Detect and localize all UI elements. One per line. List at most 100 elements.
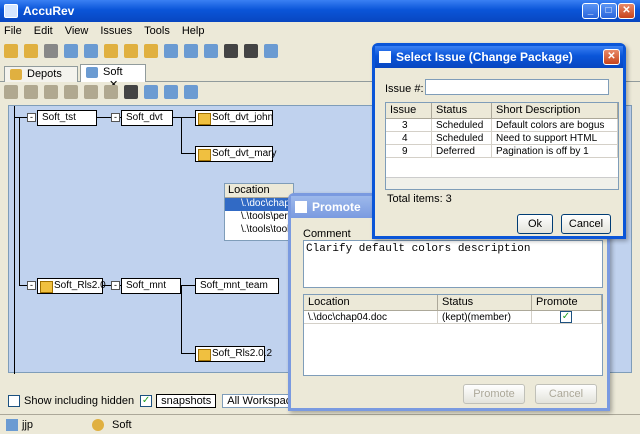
delete-icon[interactable] [24,85,38,99]
workspace-soft-dvt-mary[interactable]: Soft_dvt_mary [195,146,276,162]
info-icon[interactable] [244,44,258,58]
attach-icon[interactable] [104,85,118,99]
edit-icon[interactable] [4,85,18,99]
view-grid-icon[interactable] [164,85,178,99]
menu-tools[interactable]: Tools [144,25,170,37]
maximize-button[interactable]: □ [600,3,617,19]
tree-link [181,153,195,154]
minimize-button[interactable]: _ [582,3,599,19]
cancel-button[interactable]: Cancel [561,214,611,234]
list-item[interactable]: \.\doc\chap04.doc [225,198,293,211]
tree-link [181,285,182,353]
table-cell[interactable]: 9 [386,145,432,158]
folder-icon[interactable] [104,44,118,58]
copy-icon[interactable] [64,44,78,58]
menu-view[interactable]: View [65,25,89,37]
app-titlebar: AccuRev [0,0,640,22]
stream-soft-tst[interactable]: Soft_tst [37,110,97,126]
promote-cancel-button[interactable]: Cancel [535,384,597,404]
promote-checkbox[interactable]: ✓ [560,311,572,323]
collapse-icon[interactable]: - [27,281,36,290]
snapshot-soft-rls[interactable]: Soft_Rls2.0 [37,278,106,294]
stream-icon[interactable] [164,44,178,58]
diff-icon[interactable] [204,44,218,58]
select-issue-titlebar: Select Issue (Change Package) [375,46,623,68]
move-icon[interactable] [84,85,98,99]
status-depot: Soft [112,418,132,431]
folder2-icon[interactable] [124,44,138,58]
copy2-icon[interactable] [44,85,58,99]
stream-soft-mnt[interactable]: Soft_mnt [121,278,181,294]
tab-depots[interactable]: Depots [4,66,78,82]
depot-icon[interactable] [144,44,158,58]
table-cell[interactable]: Scheduled [432,132,492,145]
column-header-promote[interactable]: Promote [532,295,602,311]
view-tree-icon[interactable] [144,85,158,99]
promote-title: Promote [312,200,361,214]
cut-icon[interactable] [44,44,58,58]
list-item[interactable]: \.\tools\perl\ [225,211,293,224]
binoculars-icon[interactable] [224,44,238,58]
table-cell[interactable]: 3 [386,119,432,132]
workspace-icon[interactable] [24,44,38,58]
table-cell[interactable]: Scheduled [432,119,492,132]
horizontal-scrollbar[interactable] [386,177,618,189]
open-icon[interactable] [4,44,18,58]
column-header-issue[interactable]: Issue [386,103,432,119]
tree-link [181,117,182,153]
select-issue-title: Select Issue (Change Package) [396,50,573,64]
app-title: AccuRev [23,4,75,18]
table-cell[interactable]: \.\doc\chap04.doc [304,311,438,324]
menu-issues[interactable]: Issues [100,25,132,37]
snapshots-checkbox[interactable]: ✓ [140,395,153,407]
menu-file[interactable]: File [4,25,22,37]
table-cell[interactable]: 4 [386,132,432,145]
table-cell[interactable]: Pagination is off by 1 [492,145,618,158]
menu-help[interactable]: Help [182,25,205,37]
collapse-icon[interactable]: - [111,113,120,122]
workspace-soft-dvt-john[interactable]: Soft_dvt_john [195,110,273,126]
stream-soft-mnt-team[interactable]: Soft_mnt_team [195,278,279,294]
column-header-description[interactable]: Short Description [492,103,618,119]
show-hidden-checkbox[interactable] [8,395,20,407]
collapse-icon[interactable]: - [111,281,120,290]
menu-edit[interactable]: Edit [34,25,53,37]
issue-number-input[interactable] [425,79,609,95]
column-header-status[interactable]: Status [438,295,532,311]
stream-soft-dvt[interactable]: Soft_dvt [121,110,173,126]
table-cell[interactable]: Default colors are bogus [492,119,618,132]
select-issue-dialog-icon [379,51,391,63]
comment-textarea[interactable]: Clarify default colors description [303,240,603,288]
table-cell[interactable]: Deferred [432,145,492,158]
table-cell: ✓ [532,311,602,324]
refresh-icon[interactable] [264,44,278,58]
view-list-icon[interactable] [184,85,198,99]
tree-link [173,117,195,118]
accurev-logo-icon [4,4,18,18]
user-icon [6,418,18,431]
history-icon[interactable] [184,44,198,58]
tree-link [181,353,195,354]
collapse-icon[interactable]: - [27,113,36,122]
list-item[interactable]: \.\tools\tools [225,224,293,237]
tree-link [19,117,20,285]
table-cell[interactable]: Need to support HTML [492,132,618,145]
column-header-location[interactable]: Location [304,295,438,311]
table-cell[interactable]: (kept)(member) [438,311,532,324]
paste-icon[interactable] [84,44,98,58]
tab-soft[interactable]: Soft ✕ [80,64,146,91]
location-header: Location [225,184,293,198]
ok-button[interactable]: Ok [517,214,553,234]
search-icon[interactable] [124,85,138,99]
paste2-icon[interactable] [64,85,78,99]
depot-status-icon [92,418,104,431]
dialog-close-button[interactable]: ✕ [603,49,620,65]
show-hidden-label: Show including hidden [24,395,135,407]
close-button[interactable]: ✕ [618,3,635,19]
file-list-panel: Location \.\doc\chap04.doc \.\tools\perl… [224,183,294,241]
issue-number-label: Issue #: [385,83,424,95]
snapshot-soft-rls-202[interactable]: Soft_Rls2.0.2 [195,346,272,362]
issue-table: Issue Status Short Description 3 Schedul… [385,102,619,190]
column-header-status[interactable]: Status [432,103,492,119]
promote-button[interactable]: Promote [463,384,525,404]
